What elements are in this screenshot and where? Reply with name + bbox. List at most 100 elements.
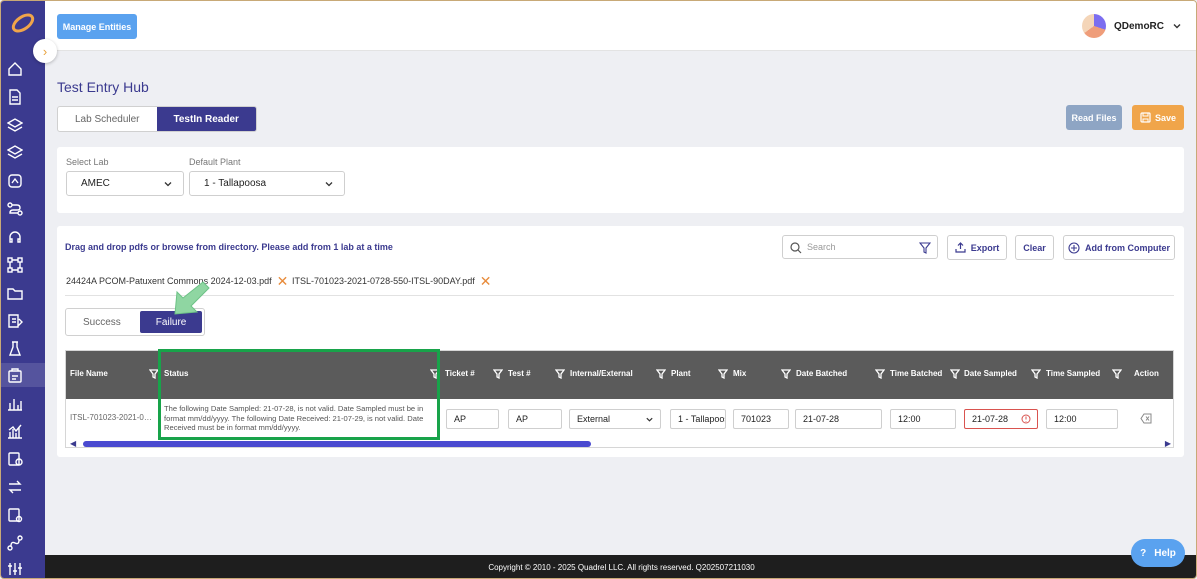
filter-icon[interactable] xyxy=(1111,369,1123,380)
upload-card: Drag and drop pdfs or browse from direct… xyxy=(57,226,1184,457)
col-time-sampled: Time Sampled xyxy=(1046,369,1101,378)
save-icon xyxy=(1140,112,1151,123)
col-time-batched: Time Batched xyxy=(890,369,943,378)
page-title: Test Entry Hub xyxy=(57,79,149,95)
help-label: Help xyxy=(1154,547,1176,559)
time-sampled-input[interactable]: 12:00 xyxy=(1046,409,1118,429)
folder-icon[interactable] xyxy=(7,285,23,301)
sidebar-expand-button[interactable]: › xyxy=(33,39,57,63)
home-icon[interactable] xyxy=(7,61,23,77)
export-icon xyxy=(955,242,966,253)
filter-icon[interactable] xyxy=(655,369,667,380)
beaker-icon[interactable] xyxy=(7,341,23,357)
add-from-computer-label: Add from Computer xyxy=(1085,242,1170,253)
export-button[interactable]: Export xyxy=(947,235,1007,260)
col-date-batched: Date Batched xyxy=(796,369,848,378)
gauge-icon[interactable] xyxy=(7,173,23,189)
edit-doc-icon[interactable] xyxy=(7,313,23,329)
tab-testin-reader[interactable]: TestIn Reader xyxy=(156,107,256,131)
app-frame: › Manage Entities QDemoRC Test Entry Hub… xyxy=(0,0,1197,579)
col-mix: Mix xyxy=(733,369,747,378)
sliders-icon[interactable] xyxy=(7,561,23,577)
settings-doc-icon[interactable] xyxy=(7,507,23,523)
plant-input[interactable]: 1 - Tallapoosa xyxy=(670,409,726,429)
table-header: File Name Status Ticket # Test # Interna… xyxy=(66,351,1173,399)
app-logo[interactable] xyxy=(9,9,37,37)
bar-chart-icon[interactable] xyxy=(7,395,23,411)
default-plant-label: Default Plant xyxy=(189,157,241,167)
search-icon xyxy=(790,242,802,254)
col-plant: Plant xyxy=(671,369,691,378)
chevron-down-icon xyxy=(325,182,333,187)
horizontal-scrollbar[interactable]: ◀ ▶ xyxy=(66,439,1173,447)
col-file-name: File Name xyxy=(70,369,108,378)
search-input[interactable]: Search xyxy=(782,235,938,259)
tab-lab-scheduler[interactable]: Lab Scheduler xyxy=(58,107,157,131)
route-icon[interactable] xyxy=(7,201,23,217)
scroll-left-icon[interactable]: ◀ xyxy=(70,439,76,447)
export-label: Export xyxy=(970,242,1000,253)
chevron-down-icon xyxy=(164,182,172,187)
layers-icon[interactable] xyxy=(6,117,24,133)
test-entry-icon[interactable] xyxy=(7,368,23,384)
cell-status-message: The following Date Sampled: 21-07-28, is… xyxy=(164,404,424,433)
col-internal-external: Internal/External xyxy=(570,369,633,378)
network-icon[interactable] xyxy=(7,257,23,273)
plus-circle-icon xyxy=(1068,241,1080,254)
clear-row-icon[interactable] xyxy=(1140,413,1152,424)
support-icon[interactable] xyxy=(7,229,23,245)
remove-file-icon[interactable]: ✕ xyxy=(480,274,492,288)
transfer-icon[interactable] xyxy=(7,479,23,495)
col-action: Action xyxy=(1134,369,1159,378)
filter-icon[interactable] xyxy=(429,369,441,380)
user-name: QDemoRC xyxy=(1113,20,1164,32)
date-sampled-value: 21-07-28 xyxy=(972,414,1009,424)
user-menu[interactable]: QDemoRC xyxy=(1081,14,1182,38)
add-from-computer-button[interactable]: Add from Computer xyxy=(1063,235,1175,260)
stack-icon[interactable] xyxy=(6,145,24,161)
date-batched-input[interactable]: 21-07-28 xyxy=(795,409,882,429)
filter-icon[interactable] xyxy=(717,369,729,380)
tab-success[interactable]: Success xyxy=(66,309,138,335)
filter-icon[interactable] xyxy=(148,369,160,380)
help-button[interactable]: ? Help xyxy=(1131,539,1185,567)
filter-icon[interactable] xyxy=(1030,369,1042,380)
cell-file-name: ITSL-701023-2021-0728-550-ITSL-90DAY.pdf xyxy=(70,413,156,422)
filter-icon[interactable] xyxy=(492,369,504,380)
internal-external-select[interactable]: External xyxy=(569,409,661,429)
clear-button[interactable]: Clear xyxy=(1015,235,1054,260)
failure-table: File Name Status Ticket # Test # Interna… xyxy=(65,350,1174,448)
read-files-button[interactable]: Read Files xyxy=(1066,105,1122,130)
curve-icon[interactable] xyxy=(7,535,23,551)
divider xyxy=(65,295,1174,296)
reports-icon[interactable] xyxy=(7,451,23,467)
manage-entities-button[interactable]: Manage Entities xyxy=(57,14,137,39)
document-icon[interactable] xyxy=(7,89,23,105)
analytics-icon[interactable] xyxy=(7,423,23,439)
col-ticket: Ticket # xyxy=(445,369,475,378)
sidebar xyxy=(1,1,45,578)
scrollbar-thumb[interactable] xyxy=(83,441,591,447)
filter-icon[interactable] xyxy=(919,242,931,254)
scroll-right-icon[interactable]: ▶ xyxy=(1165,439,1171,447)
error-icon xyxy=(1021,414,1031,424)
filter-icon[interactable] xyxy=(949,369,961,380)
mix-input[interactable]: 701023 xyxy=(733,409,789,429)
select-lab-value: AMEC xyxy=(81,178,110,189)
table-row: ITSL-701023-2021-0728-550-ITSL-90DAY.pdf… xyxy=(66,399,1173,439)
lab-selection-card: Select Lab AMEC Default Plant 1 - Tallap… xyxy=(57,147,1184,213)
filter-icon[interactable] xyxy=(874,369,886,380)
copyright-text: Copyright © 2010 - 2025 Quadrel LLC. All… xyxy=(488,563,755,572)
date-sampled-input[interactable]: 21-07-28 xyxy=(964,409,1038,429)
save-button[interactable]: Save xyxy=(1132,105,1184,130)
select-lab-dropdown[interactable]: AMEC xyxy=(66,171,184,196)
time-batched-input[interactable]: 12:00 xyxy=(890,409,956,429)
test-input[interactable]: AP xyxy=(508,409,562,429)
search-placeholder: Search xyxy=(807,242,836,252)
filter-icon[interactable] xyxy=(780,369,792,380)
filter-icon[interactable] xyxy=(554,369,566,380)
default-plant-dropdown[interactable]: 1 - Tallapoosa xyxy=(189,171,345,196)
col-status: Status xyxy=(164,369,189,378)
remove-file-icon[interactable]: ✕ xyxy=(277,274,289,288)
ticket-input[interactable]: AP xyxy=(446,409,499,429)
